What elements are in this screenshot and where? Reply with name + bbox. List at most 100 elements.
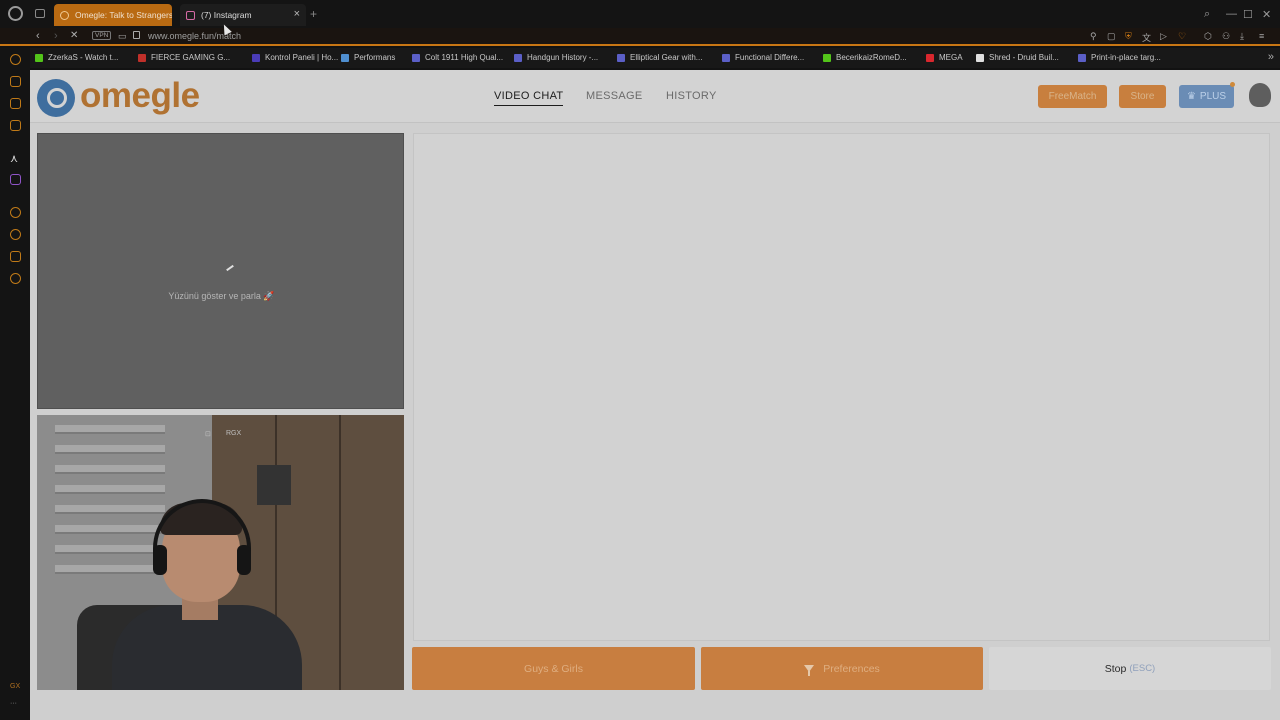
- bookmark-favicon-icon: [35, 53, 43, 62]
- tab-instagram[interactable]: (7) Instagram ×: [180, 4, 306, 26]
- sidebar-app-icon[interactable]: ⋏: [10, 152, 21, 165]
- window-blind: [55, 565, 165, 574]
- bookmarks-overflow-icon[interactable]: »: [1268, 51, 1274, 63]
- vpn-badge[interactable]: VPN: [92, 31, 112, 40]
- bookmark-item[interactable]: Functional Differe...: [722, 53, 804, 62]
- browser-sidebar: ⋏ GX ···: [0, 48, 30, 720]
- reload-icon[interactable]: ✕: [70, 30, 78, 41]
- site-header: omegle VIDEO CHAT MESSAGE HISTORY FreeMa…: [30, 70, 1280, 123]
- snapshot-button[interactable]: ⊡: [205, 430, 211, 438]
- match-area: [413, 133, 1270, 641]
- window-blind: [55, 485, 165, 494]
- free-match-button[interactable]: FreeMatch: [1038, 85, 1107, 108]
- more-icon[interactable]: ···: [10, 700, 17, 707]
- plus-button[interactable]: ♛ PLUS: [1179, 85, 1234, 108]
- history-icon[interactable]: [10, 229, 21, 240]
- bookmark-label: Functional Differe...: [735, 53, 805, 62]
- window-blind: [55, 445, 165, 454]
- twitch-icon[interactable]: [10, 174, 21, 185]
- bookmark-favicon-icon: [514, 53, 522, 62]
- bookmark-item[interactable]: ZzerkaS - Watch t...: [35, 53, 118, 62]
- bookmark-item[interactable]: Colt 1911 High Qual...: [412, 53, 503, 62]
- bookmark-label: FIERCE GAMING G...: [151, 53, 231, 62]
- bookmark-label: Handgun History -...: [527, 53, 599, 62]
- gx-control-icon[interactable]: [10, 54, 21, 65]
- settings-icon[interactable]: [10, 273, 21, 284]
- window-blind: [55, 505, 165, 514]
- bookmark-item[interactable]: Shred - Druid Buil...: [976, 53, 1059, 62]
- gx-label: GX: [10, 683, 21, 690]
- nav-video-chat[interactable]: VIDEO CHAT: [494, 90, 564, 106]
- account-icon[interactable]: ⚇: [1222, 31, 1230, 42]
- new-tab-button[interactable]: +: [310, 7, 317, 21]
- player-icon[interactable]: [10, 207, 21, 218]
- snapshot-icon[interactable]: ▢: [1107, 31, 1116, 42]
- download-icon[interactable]: ⤓: [1240, 31, 1244, 42]
- forward-icon[interactable]: ›: [54, 30, 58, 42]
- omegle-logo-icon[interactable]: [37, 79, 75, 117]
- bookmark-label: Colt 1911 High Qual...: [425, 53, 504, 62]
- heart-icon[interactable]: ♡: [1178, 31, 1186, 42]
- bookmark-favicon-icon: [722, 53, 730, 62]
- lock-icon[interactable]: [133, 31, 140, 39]
- tab-list-icon[interactable]: [35, 9, 45, 18]
- extensions-sidebar-icon[interactable]: [10, 251, 21, 262]
- shield-icon[interactable]: ⛨: [1125, 31, 1132, 42]
- window-blind: [55, 545, 165, 554]
- bookmark-item[interactable]: Print-in-place targ...: [1078, 53, 1161, 62]
- camera-icon[interactable]: ▭: [118, 31, 127, 42]
- omegle-page: omegle VIDEO CHAT MESSAGE HISTORY FreeMa…: [30, 70, 1280, 720]
- bookmark-label: ZzerkaS - Watch t...: [48, 53, 119, 62]
- nav-message[interactable]: MESSAGE: [586, 90, 643, 102]
- close-window-icon[interactable]: ✕: [1262, 8, 1271, 21]
- bookmark-label: Elliptical Gear with...: [630, 53, 703, 62]
- pin-icon[interactable]: ⚲: [1090, 31, 1097, 42]
- self-video: ⊡ RGX: [37, 415, 404, 690]
- search-icon[interactable]: ⌕: [1204, 8, 1210, 21]
- bookmark-label: Shred - Druid Buil...: [989, 53, 1059, 62]
- preferences-button[interactable]: Preferences: [701, 647, 983, 690]
- user-avatar[interactable]: [1249, 83, 1271, 107]
- extensions-icon[interactable]: ⬡: [1204, 31, 1212, 42]
- minimize-icon[interactable]: —: [1226, 8, 1237, 20]
- tab-title: Omegle: Talk to Strangers!: [75, 10, 172, 20]
- notification-dot: [1230, 82, 1235, 87]
- wardrobe-seam: [339, 415, 341, 690]
- bookmark-item[interactable]: BecerikaizRomeD...: [823, 53, 907, 62]
- nav-history[interactable]: HISTORY: [666, 90, 717, 102]
- menu-icon[interactable]: ≡: [1259, 31, 1264, 41]
- bookmark-label: Print-in-place targ...: [1091, 53, 1161, 62]
- crown-icon: ♛: [1186, 91, 1196, 102]
- bookmark-item[interactable]: MEGA: [926, 53, 963, 62]
- translate-icon[interactable]: 文: [1142, 31, 1151, 44]
- omegle-favicon-icon: [60, 10, 69, 20]
- send-icon[interactable]: ▷: [1160, 31, 1167, 42]
- store-button[interactable]: Store: [1119, 85, 1166, 108]
- filter-button[interactable]: RGX: [226, 430, 241, 437]
- bookmark-item[interactable]: Handgun History -...: [514, 53, 598, 62]
- back-icon[interactable]: ‹: [36, 30, 40, 42]
- bookmark-item[interactable]: Kontrol Paneli | Ho...: [252, 53, 338, 62]
- stop-button[interactable]: Stop (ESC): [989, 647, 1271, 690]
- bookmark-favicon-icon: [823, 53, 831, 62]
- bookmark-favicon-icon: [1078, 53, 1086, 62]
- plus-label: PLUS: [1199, 91, 1227, 102]
- gx-corner-icon[interactable]: [10, 76, 21, 87]
- bookmark-item[interactable]: FIERCE GAMING G...: [138, 53, 230, 62]
- gender-select-button[interactable]: Guys & Girls: [412, 647, 695, 690]
- stop-label: Stop: [1104, 662, 1127, 675]
- headset-earcup: [153, 545, 167, 575]
- partner-video: Yüzünü göster ve parla 🚀: [37, 133, 404, 409]
- close-tab-icon[interactable]: ×: [294, 8, 300, 20]
- browser-tab-bar: Omegle: Talk to Strangers! (7) Instagram…: [0, 0, 1280, 28]
- address-bar: ‹ › ✕ VPN ▭ www.omegle.fun/match ⚲ ▢ ⛨ 文…: [0, 28, 1280, 46]
- tab-omegle[interactable]: Omegle: Talk to Strangers!: [54, 4, 172, 26]
- bookmark-item[interactable]: Elliptical Gear with...: [617, 53, 702, 62]
- messenger-icon[interactable]: [10, 120, 21, 131]
- headset-earcup: [237, 545, 251, 575]
- bookmark-item[interactable]: Performans: [341, 53, 395, 62]
- browser-logo-icon[interactable]: [8, 6, 23, 21]
- omegle-logo-text[interactable]: omegle: [80, 76, 200, 116]
- maximize-icon[interactable]: ☐: [1243, 8, 1253, 21]
- news-icon[interactable]: [10, 98, 21, 109]
